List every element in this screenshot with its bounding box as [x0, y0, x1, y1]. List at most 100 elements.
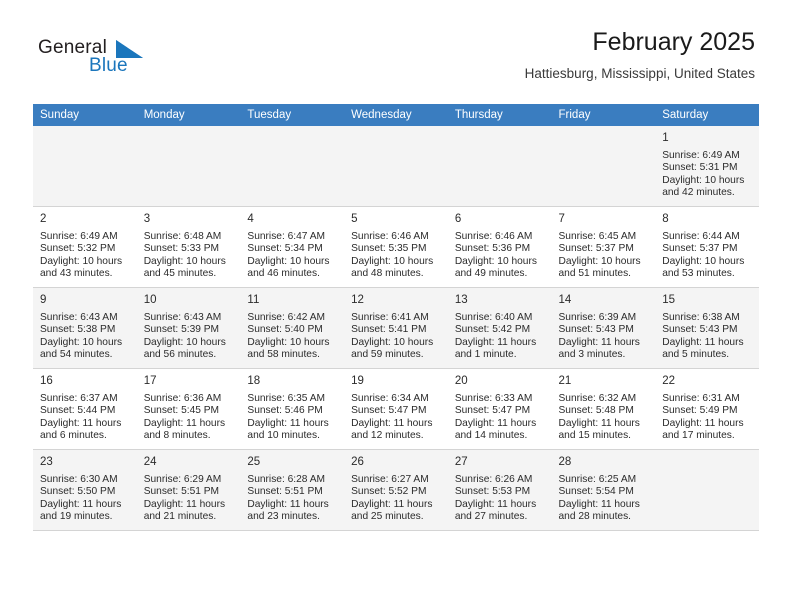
day-details: Sunrise: 6:48 AM Sunset: 5:33 PM Daylight:… — [144, 231, 235, 281]
day-details: Sunrise: 6:40 AM Sunset: 5:42 PM Daylight:… — [455, 312, 546, 362]
day-details: Sunrise: 6:44 AM Sunset: 5:37 PM Daylight:… — [662, 231, 753, 281]
sunset-text: Sunset: 5:36 PM — [454, 243, 531, 255]
day-details: Sunrise: 6:33 AM Sunset: 5:47 PM Daylight:… — [455, 393, 546, 443]
calendar-day-cell[interactable]: 1 Sunrise: 6:49 AM Sunset: 5:31 PM Daylight… — [655, 126, 759, 207]
daylight-text: Daylight: 11 hours and 10 minutes. — [247, 417, 329, 442]
day-number: 27 — [454, 456, 468, 468]
day-number: 15 — [662, 294, 676, 306]
sunset-text: Sunset: 5:35 PM — [351, 243, 427, 255]
calendar-day-cell[interactable]: 17 Sunrise: 6:36 AM Sunset: 5:45 PM Dayligh… — [136, 368, 241, 450]
sunset-text: Sunset: 5:37 PM — [558, 243, 634, 255]
day-details: Sunrise: 6:30 AM Sunset: 5:50 PM Daylight:… — [40, 474, 131, 524]
day-number: 26 — [351, 456, 364, 468]
sunset-text: Sunset: 5:48 PM — [558, 405, 634, 417]
daylight-text: Daylight: 10 hours and 53 minutes. — [662, 255, 745, 280]
calendar-day-cell[interactable]: 7 Sunrise: 6:45 AM Sunset: 5:37 PM Daylight… — [551, 206, 656, 288]
day-number: 3 — [143, 213, 151, 225]
day-details: Sunrise: 6:49 AM Sunset: 5:31 PM Daylight:… — [662, 150, 753, 200]
calendar-day-cell[interactable]: 20 Sunrise: 6:33 AM Sunset: 5:47 PM Dayligh… — [447, 368, 552, 450]
calendar-day-cell[interactable]: 22 Sunrise: 6:31 AM Sunset: 5:49 PM Dayligh… — [655, 368, 759, 450]
calendar-week-row: 23 Sunrise: 6:30 AM Sunset: 5:50 PM Dayligh… — [33, 449, 759, 531]
calendar-cell-empty — [240, 126, 345, 207]
day-number: 2 — [40, 213, 47, 225]
day-number: 24 — [143, 456, 157, 468]
sunset-text: Sunset: 5:51 PM — [143, 486, 220, 498]
calendar-day-cell[interactable]: 2 Sunrise: 6:49 AM Sunset: 5:32 PM Daylight… — [33, 206, 137, 288]
brand-logo[interactable]: General Blue — [38, 38, 143, 75]
calendar-day-cell[interactable]: 11 Sunrise: 6:42 AM Sunset: 5:40 PM Dayligh… — [240, 287, 345, 369]
day-details: Sunrise: 6:29 AM Sunset: 5:51 PM Daylight:… — [144, 474, 235, 524]
sunrise-text: Sunrise: 6:46 AM — [454, 230, 533, 242]
calendar-day-cell[interactable]: 23 Sunrise: 6:30 AM Sunset: 5:50 PM Dayligh… — [33, 449, 137, 531]
calendar-cell-empty — [33, 126, 137, 207]
day-number: 21 — [558, 375, 572, 387]
day-number: 4 — [247, 213, 254, 225]
day-cell-content: 28 Sunrise: 6:25 AM Sunset: 5:54 PM Dayligh… — [552, 450, 656, 530]
daylight-text: Daylight: 10 hours and 58 minutes. — [247, 336, 330, 361]
sunrise-text: Sunrise: 6:48 AM — [143, 230, 222, 242]
weekday-header-tuesday: Tuesday — [240, 104, 345, 126]
day-cell-content: 7 Sunrise: 6:45 AM Sunset: 5:37 PM Daylight… — [552, 207, 656, 287]
calendar-day-cell[interactable]: 12 Sunrise: 6:41 AM Sunset: 5:41 PM Dayligh… — [344, 287, 448, 369]
calendar-day-cell[interactable]: 13 Sunrise: 6:40 AM Sunset: 5:42 PM Dayligh… — [447, 287, 552, 369]
day-number: 6 — [454, 213, 462, 225]
daylight-text: Daylight: 10 hours and 45 minutes. — [143, 255, 226, 280]
sunset-text: Sunset: 5:37 PM — [662, 243, 738, 255]
sunset-text: Sunset: 5:34 PM — [247, 243, 323, 255]
day-cell-content: 17 Sunrise: 6:36 AM Sunset: 5:45 PM Dayligh… — [137, 369, 241, 449]
daylight-text: Daylight: 11 hours and 21 minutes. — [143, 498, 226, 523]
sunset-text: Sunset: 5:47 PM — [351, 405, 427, 417]
day-cell-content: 18 Sunrise: 6:35 AM Sunset: 5:46 PM Dayligh… — [240, 369, 344, 449]
day-details: Sunrise: 6:28 AM Sunset: 5:51 PM Daylight:… — [247, 474, 338, 524]
calendar-day-cell[interactable]: 14 Sunrise: 6:39 AM Sunset: 5:43 PM Dayligh… — [551, 287, 656, 369]
calendar-day-cell[interactable]: 15 Sunrise: 6:38 AM Sunset: 5:43 PM Dayligh… — [655, 287, 759, 369]
day-details: Sunrise: 6:27 AM Sunset: 5:52 PM Daylight:… — [351, 474, 442, 524]
calendar-day-cell[interactable]: 9 Sunrise: 6:43 AM Sunset: 5:38 PM Daylight… — [33, 287, 137, 369]
daylight-text: Daylight: 10 hours and 43 minutes. — [40, 255, 123, 280]
calendar-day-cell[interactable]: 8 Sunrise: 6:44 AM Sunset: 5:37 PM Daylight… — [655, 206, 759, 288]
calendar-day-cell[interactable]: 27 Sunrise: 6:26 AM Sunset: 5:53 PM Dayligh… — [447, 449, 552, 531]
day-details: Sunrise: 6:32 AM Sunset: 5:48 PM Daylight:… — [559, 393, 650, 443]
calendar-day-cell[interactable]: 16 Sunrise: 6:37 AM Sunset: 5:44 PM Dayligh… — [33, 368, 137, 450]
day-cell-content: 8 Sunrise: 6:44 AM Sunset: 5:37 PM Daylight… — [655, 207, 759, 287]
day-number: 19 — [351, 375, 364, 387]
calendar-day-cell[interactable]: 6 Sunrise: 6:46 AM Sunset: 5:36 PM Daylight… — [447, 206, 552, 288]
day-cell-content: 13 Sunrise: 6:40 AM Sunset: 5:42 PM Dayligh… — [448, 288, 552, 368]
day-number: 28 — [558, 456, 572, 468]
calendar-day-cell[interactable]: 10 Sunrise: 6:43 AM Sunset: 5:39 PM Dayligh… — [136, 287, 241, 369]
daylight-text: Daylight: 10 hours and 51 minutes. — [558, 255, 641, 280]
calendar-day-cell[interactable]: 24 Sunrise: 6:29 AM Sunset: 5:51 PM Dayligh… — [136, 449, 241, 531]
calendar-day-cell[interactable]: 4 Sunrise: 6:47 AM Sunset: 5:34 PM Daylight… — [240, 206, 345, 288]
day-cell-content: 27 Sunrise: 6:26 AM Sunset: 5:53 PM Dayligh… — [448, 450, 552, 530]
calendar-table: Sunday Monday Tuesday Wednesday Thursday… — [33, 104, 759, 531]
sunrise-text: Sunrise: 6:39 AM — [558, 311, 637, 323]
calendar-day-cell[interactable]: 28 Sunrise: 6:25 AM Sunset: 5:54 PM Dayligh… — [551, 449, 656, 531]
day-details: Sunrise: 6:47 AM Sunset: 5:34 PM Daylight:… — [247, 231, 338, 281]
calendar-body: 1 Sunrise: 6:49 AM Sunset: 5:31 PM Daylight… — [33, 126, 759, 531]
weekday-header-saturday: Saturday — [655, 104, 759, 126]
calendar-day-cell[interactable]: 5 Sunrise: 6:46 AM Sunset: 5:35 PM Daylight… — [344, 206, 448, 288]
sunrise-text: Sunrise: 6:31 AM — [662, 392, 740, 404]
daylight-text: Daylight: 11 hours and 3 minutes. — [558, 336, 640, 361]
sunrise-text: Sunrise: 6:45 AM — [558, 230, 637, 242]
weekday-header-thursday: Thursday — [447, 104, 552, 126]
calendar-day-cell[interactable]: 26 Sunrise: 6:27 AM Sunset: 5:52 PM Dayligh… — [344, 449, 448, 531]
sunrise-text: Sunrise: 6:38 AM — [662, 311, 740, 323]
calendar-day-cell[interactable]: 18 Sunrise: 6:35 AM Sunset: 5:46 PM Dayligh… — [240, 368, 345, 450]
calendar-day-cell[interactable]: 19 Sunrise: 6:34 AM Sunset: 5:47 PM Dayligh… — [344, 368, 448, 450]
day-details: Sunrise: 6:43 AM Sunset: 5:39 PM Daylight:… — [144, 312, 235, 362]
calendar-cell-empty — [136, 126, 241, 207]
calendar-cell-empty — [551, 126, 656, 207]
calendar-day-cell[interactable]: 3 Sunrise: 6:48 AM Sunset: 5:33 PM Daylight… — [136, 206, 241, 288]
sunrise-text: Sunrise: 6:29 AM — [143, 473, 222, 485]
sunset-text: Sunset: 5:52 PM — [351, 486, 427, 498]
daylight-text: Daylight: 11 hours and 17 minutes. — [662, 417, 744, 442]
day-number: 5 — [351, 213, 358, 225]
sunrise-text: Sunrise: 6:44 AM — [662, 230, 740, 242]
day-number: 8 — [662, 213, 669, 225]
calendar-day-cell[interactable]: 21 Sunrise: 6:32 AM Sunset: 5:48 PM Dayligh… — [551, 368, 656, 450]
page-header: General Blue February 2025 Hattiesburg, … — [0, 0, 792, 81]
sunrise-text: Sunrise: 6:34 AM — [351, 392, 429, 404]
sunset-text: Sunset: 5:31 PM — [662, 162, 738, 174]
calendar-day-cell[interactable]: 25 Sunrise: 6:28 AM Sunset: 5:51 PM Dayligh… — [240, 449, 345, 531]
